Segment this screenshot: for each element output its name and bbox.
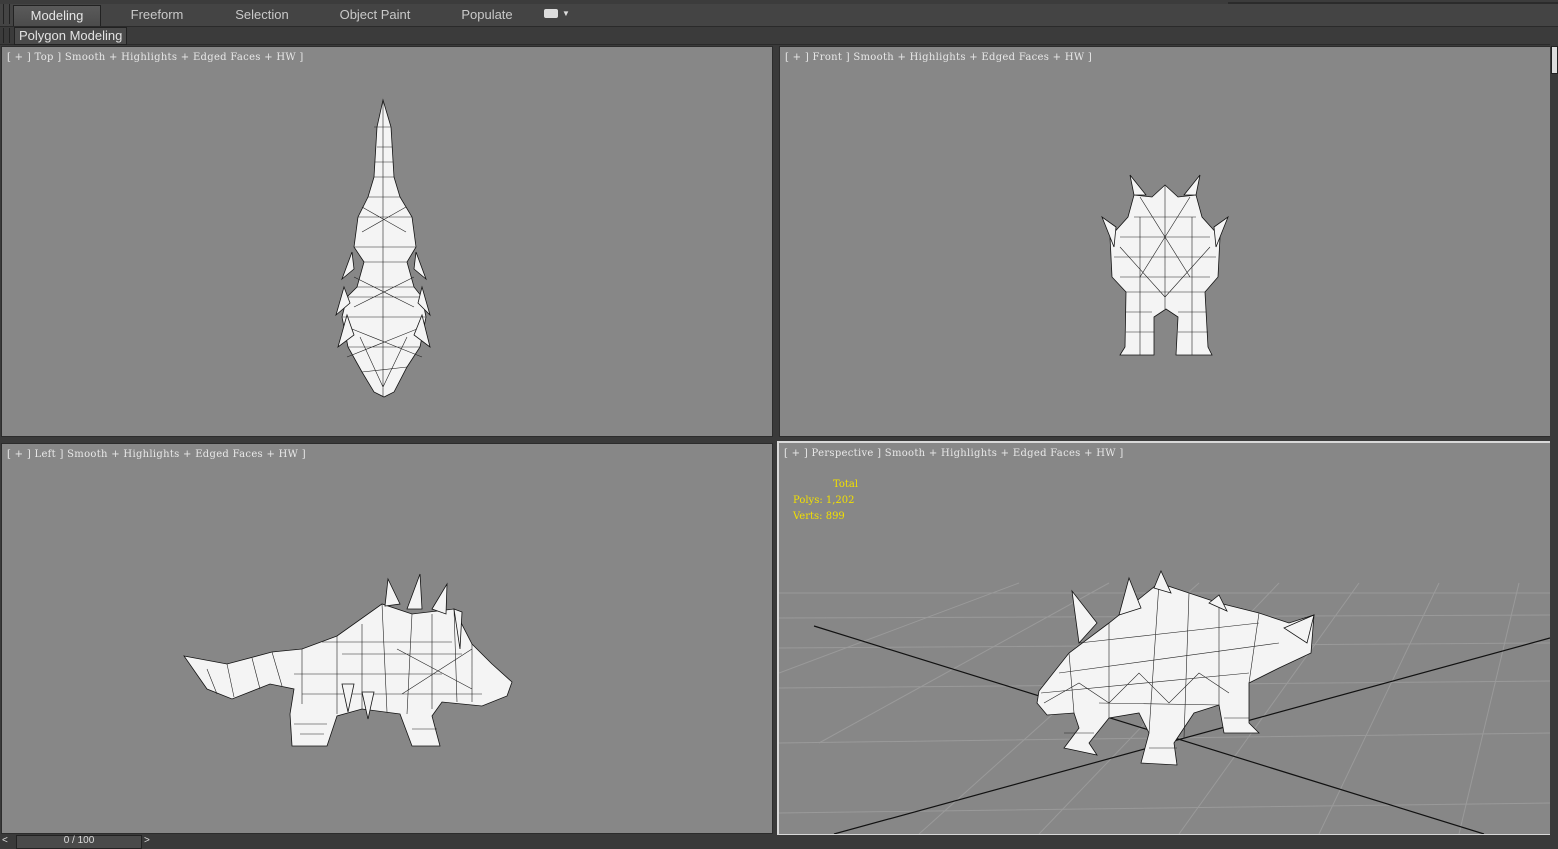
perspective-grid-and-model	[779, 569, 1550, 834]
tab-modeling[interactable]: Modeling	[13, 5, 101, 26]
tab-object-paint[interactable]: Object Paint	[330, 5, 420, 25]
ribbon-top-line	[0, 0, 1558, 4]
ribbon-grip[interactable]	[3, 4, 10, 24]
ribbon-subbar: Polygon Modeling	[0, 27, 1558, 45]
wolf-top-view	[335, 98, 431, 398]
viewport-top[interactable]: [ + ] Top ] Smooth + Highlights + Edged …	[1, 46, 773, 437]
time-slider[interactable]: 0 / 100	[16, 835, 142, 849]
subbar-grip[interactable]	[3, 28, 10, 43]
ribbon: Modeling Freeform Selection Object Paint…	[0, 0, 1558, 27]
viewport-perspective[interactable]: [ + ] Perspective ] Smooth + Highlights …	[777, 441, 1552, 836]
viewport-front[interactable]: [ + ] Front ] Smooth + Highlights + Edge…	[779, 46, 1551, 437]
bottom-bar	[0, 835, 1558, 844]
timeslider-next-button[interactable]: >	[144, 835, 150, 846]
tab-freeform[interactable]: Freeform	[115, 5, 199, 25]
wolf-front-view	[1101, 174, 1229, 356]
tab-polygon-modeling[interactable]: Polygon Modeling	[14, 27, 128, 45]
tab-selection[interactable]: Selection	[220, 5, 304, 25]
tab-populate[interactable]: Populate	[445, 5, 529, 25]
wolf-left-view	[183, 573, 513, 747]
right-scroll-strip	[1550, 44, 1558, 836]
timeslider-prev-button[interactable]: <	[2, 835, 8, 846]
viewport-left[interactable]: [ + ] Left ] Smooth + Highlights + Edged…	[1, 443, 773, 834]
chevron-down-icon[interactable]: ▼	[562, 9, 570, 19]
ribbon-options-icon[interactable]	[544, 9, 558, 18]
scroll-thumb[interactable]	[1551, 46, 1558, 74]
